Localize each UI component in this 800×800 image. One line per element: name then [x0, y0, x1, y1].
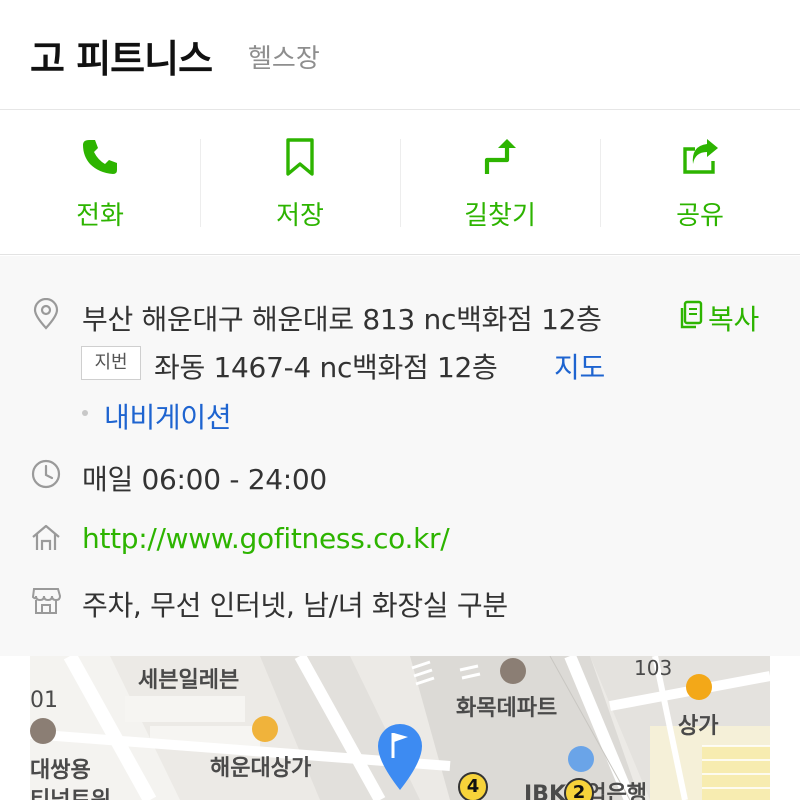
call-label: 전화	[76, 201, 124, 231]
market-poi-icon	[252, 716, 278, 742]
location-marker-icon	[378, 724, 422, 790]
business-hours: 매일 06:00 - 24:00	[82, 463, 327, 496]
website-link[interactable]: http://www.gofitness.co.kr/	[82, 522, 450, 555]
building-poi-icon	[30, 718, 56, 744]
map-label-hwamok: 화목데파트	[456, 696, 558, 721]
bookmark-icon	[286, 138, 314, 176]
place-header: 고 피트니스 헬스장	[0, 0, 800, 110]
amenities: 주차, 무선 인터넷, 남/녀 화장실 구분	[82, 589, 508, 622]
place-title: 고 피트니스	[30, 37, 213, 81]
subway-exit-marker: 4	[458, 772, 488, 800]
shopping-poi-icon	[686, 674, 712, 700]
call-button[interactable]: 전화	[0, 111, 200, 255]
copy-icon	[680, 300, 703, 329]
directions-label: 길찾기	[464, 201, 536, 231]
bullet-dot	[82, 410, 88, 416]
map-link[interactable]: 지도	[554, 346, 605, 386]
map-label-tower: 티넘트워	[30, 782, 111, 800]
subway-exit-marker: 2	[564, 778, 594, 800]
save-label: 저장	[276, 201, 324, 231]
share-icon	[683, 139, 718, 174]
copy-label: 복사	[708, 303, 759, 336]
place-category: 헬스장	[248, 44, 320, 74]
phone-icon	[83, 140, 117, 174]
directions-button[interactable]: 길찾기	[400, 111, 600, 255]
lot-address: 좌동 1467-4 nc백화점 12층	[154, 351, 498, 384]
clock-icon	[31, 459, 61, 489]
map-label-103: 103	[634, 656, 673, 680]
home-icon	[32, 524, 60, 550]
map-label-daessangyong: 대쌍용	[30, 758, 91, 783]
navigation-link[interactable]: 내비게이션	[104, 396, 232, 436]
map-label-shop: 상가	[678, 714, 719, 739]
map-label-seven-eleven: 세븐일레븐	[138, 668, 240, 693]
share-label: 공유	[676, 201, 724, 231]
building-poi-icon	[500, 658, 526, 684]
store-icon	[31, 588, 62, 614]
save-button[interactable]: 저장	[200, 111, 400, 255]
road-address: 부산 해운대구 해운대로 813 nc백화점 12층	[82, 303, 602, 336]
map-label-haeundae-shops: 해운대상가	[210, 756, 312, 781]
action-bar: 전화 저장 길찾기 공유	[0, 111, 800, 255]
copy-address-button[interactable]: 복사	[676, 296, 768, 336]
directions-icon	[484, 139, 516, 174]
location-pin-icon	[33, 298, 59, 330]
map-label-101: 01	[30, 688, 58, 713]
map-preview[interactable]: 세븐일레븐 화목데파트 상가 해운대상가 대쌍용 티넘트워 01 103 IBK…	[30, 656, 770, 800]
share-button[interactable]: 공유	[600, 111, 800, 255]
place-info: 부산 해운대구 해운대로 813 nc백화점 12층 복사 지번 좌동 1467…	[0, 256, 800, 656]
bank-poi-icon	[568, 746, 594, 772]
lot-number-badge: 지번	[81, 346, 141, 380]
